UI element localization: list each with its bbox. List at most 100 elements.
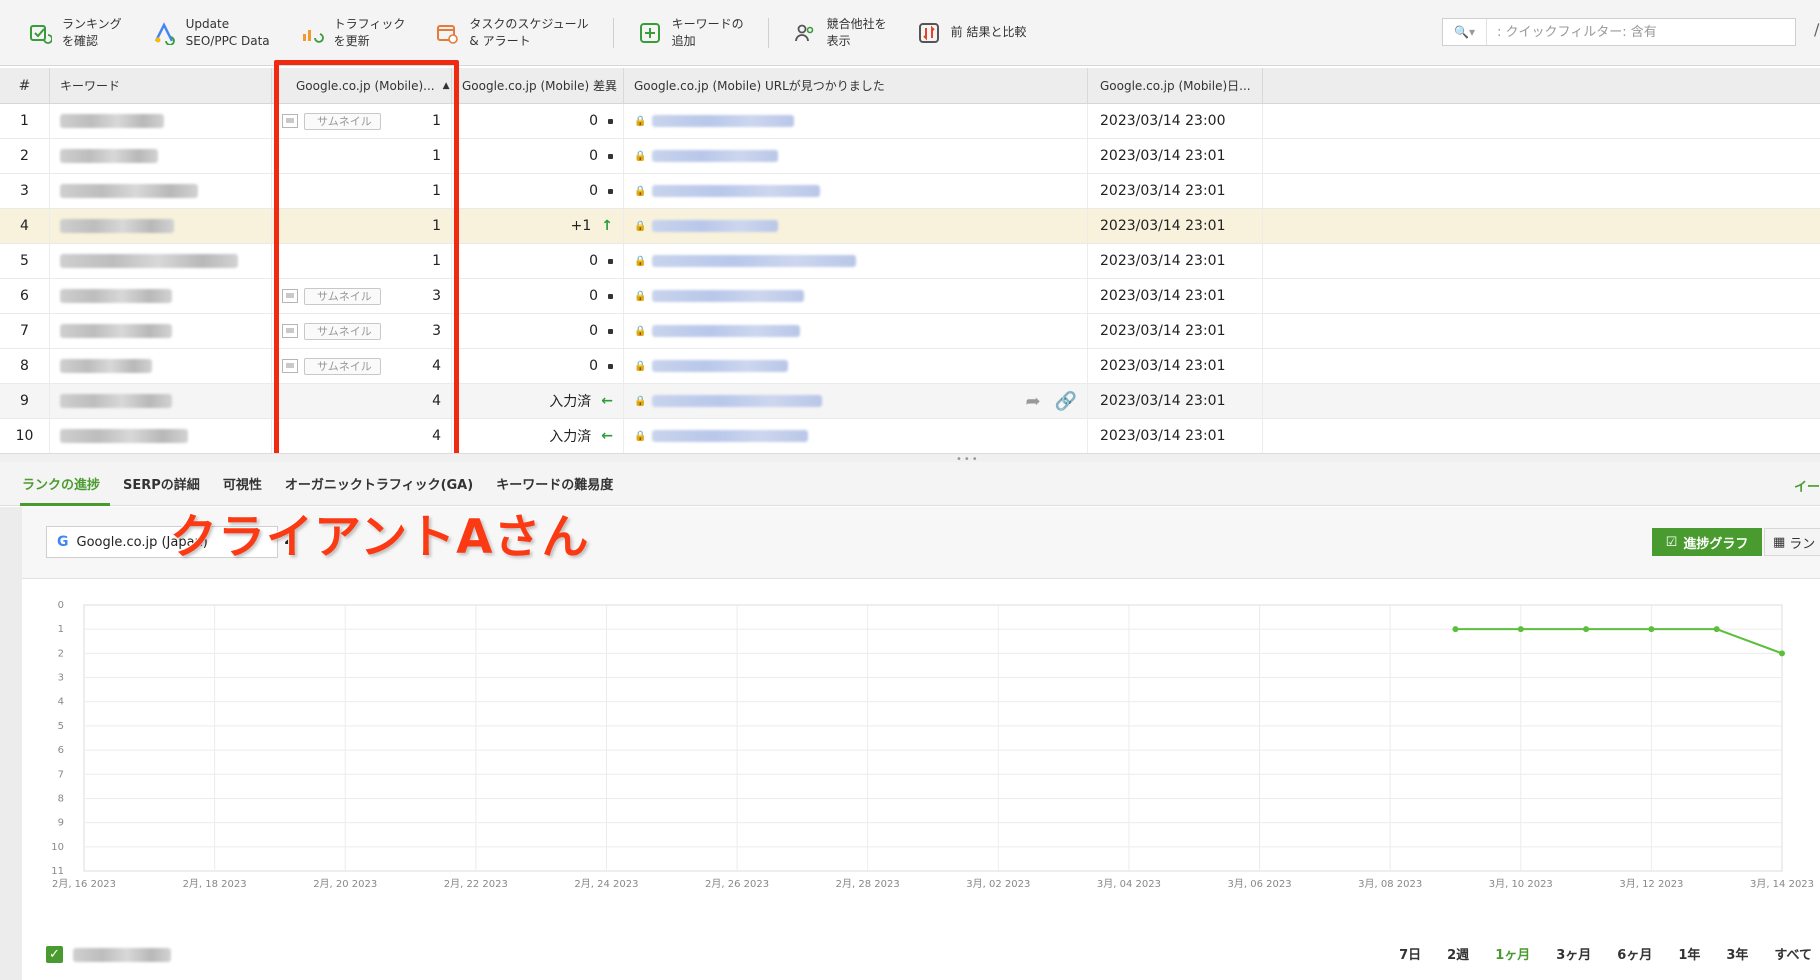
tab-overflow[interactable]: イー — [1794, 476, 1820, 495]
url-cell[interactable]: 🔒 — [624, 244, 1088, 278]
thumbnail-tag: サムネイル — [304, 357, 381, 375]
arrow-left-icon: ← — [601, 428, 613, 444]
url-cell[interactable]: 🔒 — [624, 104, 1088, 138]
col-diff[interactable]: Google.co.jp (Mobile) 差異 — [452, 68, 624, 103]
table-row[interactable]: 9 4 入力済 ← 🔒 ➦ 🔗 2023/03/14 23:01 — [0, 384, 1820, 419]
no-change-icon — [608, 258, 613, 264]
diff-cell: +1 ↑ — [452, 209, 624, 243]
url-cell[interactable]: 🔒 — [624, 349, 1088, 383]
keyword-cell — [50, 314, 272, 348]
check-rankings-button[interactable]: ランキング を確認 — [22, 11, 126, 55]
url-text-redacted — [652, 220, 779, 232]
y-tick-label: 2 — [58, 648, 64, 659]
diff-value: 0 — [589, 288, 598, 304]
col-keyword[interactable]: キーワード — [50, 68, 272, 103]
lock-icon: 🔒 — [634, 290, 647, 302]
range-option[interactable]: すべて — [1774, 944, 1812, 963]
date-range-selector: 7日 2週 1ヶ月 3ヶ月 6ヶ月 1年 3年 すべて — [1399, 944, 1812, 963]
update-data-button[interactable]: Update SEO/PPC Data — [146, 11, 274, 55]
thumbnail-icon — [282, 324, 298, 338]
update-data-icon — [150, 19, 178, 47]
table-row[interactable]: 8 サムネイル 4 0 🔒 2023/03/14 23:01 — [0, 349, 1820, 384]
thumbnail-toggle[interactable]: サムネイル — [282, 287, 381, 305]
lock-icon: 🔒 — [634, 395, 647, 407]
col-date[interactable]: Google.co.jp (Mobile)日... — [1088, 68, 1263, 103]
table-row[interactable]: 5 1 0 🔒 2023/03/14 23:01 — [0, 244, 1820, 279]
table-row[interactable]: 6 サムネイル 3 0 🔒 2023/03/14 23:01 — [0, 279, 1820, 314]
competitors-button[interactable]: 競合他社を 表示 — [787, 11, 891, 55]
table-row[interactable]: 2 1 0 🔒 2023/03/14 23:01 — [0, 139, 1820, 174]
url-cell[interactable]: 🔒 — [624, 314, 1088, 348]
keyword-cell — [50, 139, 272, 173]
link-icon[interactable]: 🔗 — [1055, 391, 1077, 412]
rank-value: 1 — [432, 218, 441, 234]
keyword-text-redacted — [60, 394, 172, 408]
progress-graph-button[interactable]: ☑ 進捗グラフ — [1652, 528, 1762, 556]
row-number: 10 — [0, 419, 50, 453]
url-cell[interactable]: 🔒 — [624, 279, 1088, 313]
x-tick-label: 3月, 10 2023 — [1489, 878, 1553, 890]
row-actions: ➦ 🔗 — [1025, 391, 1077, 412]
rank-table-button[interactable]: ▦ ラン — [1764, 528, 1820, 556]
range-option[interactable]: 6ヶ月 — [1617, 944, 1652, 963]
annotation-label: クライアントAさん — [169, 509, 590, 566]
y-tick-label: 6 — [58, 745, 64, 756]
add-keyword-button[interactable]: キーワードの 追加 — [632, 11, 748, 55]
url-cell[interactable]: 🔒 — [624, 419, 1088, 453]
check-icon: ☑ — [1665, 534, 1678, 550]
search-icon[interactable]: 🔍▾ — [1443, 19, 1487, 45]
quick-filter-input[interactable] — [1487, 20, 1795, 44]
col-url[interactable]: Google.co.jp (Mobile) URLが見つかりました — [624, 68, 1088, 103]
rank-cell: 1 — [272, 244, 452, 278]
x-tick-label: 3月, 04 2023 — [1097, 878, 1161, 890]
thumbnail-toggle[interactable]: サムネイル — [282, 322, 381, 340]
range-option[interactable]: 3ヶ月 — [1556, 944, 1591, 963]
range-option[interactable]: 1ヶ月 — [1495, 944, 1530, 963]
date-cell: 2023/03/14 23:01 — [1088, 209, 1263, 243]
url-cell[interactable]: 🔒 — [624, 174, 1088, 208]
rank-cell: 4 — [272, 384, 452, 418]
range-option[interactable]: 3年 — [1726, 944, 1748, 963]
diff-cell: 0 — [452, 244, 624, 278]
table-row[interactable]: 7 サムネイル 3 0 🔒 2023/03/14 23:01 — [0, 314, 1820, 349]
compare-button[interactable]: 前 結果と比較 — [911, 11, 1031, 55]
col-rank[interactable]: Google.co.jp (Mobile)... ▲ — [272, 68, 452, 103]
table-row[interactable]: 10 4 入力済 ← 🔒 2023/03/14 23:01 — [0, 419, 1820, 454]
table-row[interactable]: 1 サムネイル 1 0 🔒 2023/03/14 23:00 — [0, 104, 1820, 139]
url-text-redacted — [652, 325, 801, 337]
legend-series-label — [73, 947, 171, 962]
arrow-up-icon: ↑ — [601, 218, 613, 234]
diff-cell: 0 — [452, 139, 624, 173]
keyword-text-redacted — [60, 114, 164, 128]
range-option[interactable]: 7日 — [1399, 944, 1421, 963]
thumbnail-toggle[interactable]: サムネイル — [282, 112, 381, 130]
competitors-icon — [791, 19, 819, 47]
schedule-alert-button[interactable]: タスクのスケジュール & アラート — [429, 11, 592, 55]
lock-icon: 🔒 — [634, 185, 647, 197]
table-row[interactable]: 4 1 +1 ↑ 🔒 2023/03/14 23:01 — [0, 209, 1820, 244]
legend-checkbox[interactable]: ✓ — [46, 946, 63, 963]
thumbnail-icon — [282, 359, 298, 373]
lock-icon: 🔒 — [634, 150, 647, 162]
tab-rank-progress[interactable]: ランクの進捗 — [19, 462, 111, 506]
lock-icon: 🔒 — [634, 430, 647, 442]
url-cell[interactable]: 🔒 — [624, 139, 1088, 173]
series-point — [1648, 626, 1655, 633]
compare-icon — [915, 19, 943, 47]
schedule-alert-icon — [433, 19, 461, 47]
no-change-icon — [608, 153, 613, 159]
range-option[interactable]: 2週 — [1447, 944, 1469, 963]
thumbnail-toggle[interactable]: サムネイル — [282, 357, 381, 375]
url-cell[interactable]: 🔒 — [624, 209, 1088, 243]
y-tick-label: 5 — [58, 721, 64, 732]
pane-splitter[interactable]: ••• — [0, 453, 1820, 465]
url-cell[interactable]: 🔒 ➦ 🔗 — [624, 384, 1088, 418]
table-body: 1 サムネイル 1 0 🔒 2023/03/14 23:00 2 1 0 🔒 2… — [0, 104, 1820, 454]
col-number[interactable]: # — [0, 68, 50, 103]
keyword-text-redacted — [60, 359, 152, 373]
row-number: 4 — [0, 209, 50, 243]
traffic-refresh-button[interactable]: トラフィック を更新 — [294, 11, 410, 55]
share-icon[interactable]: ➦ — [1025, 391, 1040, 412]
table-row[interactable]: 3 1 0 🔒 2023/03/14 23:01 — [0, 174, 1820, 209]
range-option[interactable]: 1年 — [1678, 944, 1700, 963]
